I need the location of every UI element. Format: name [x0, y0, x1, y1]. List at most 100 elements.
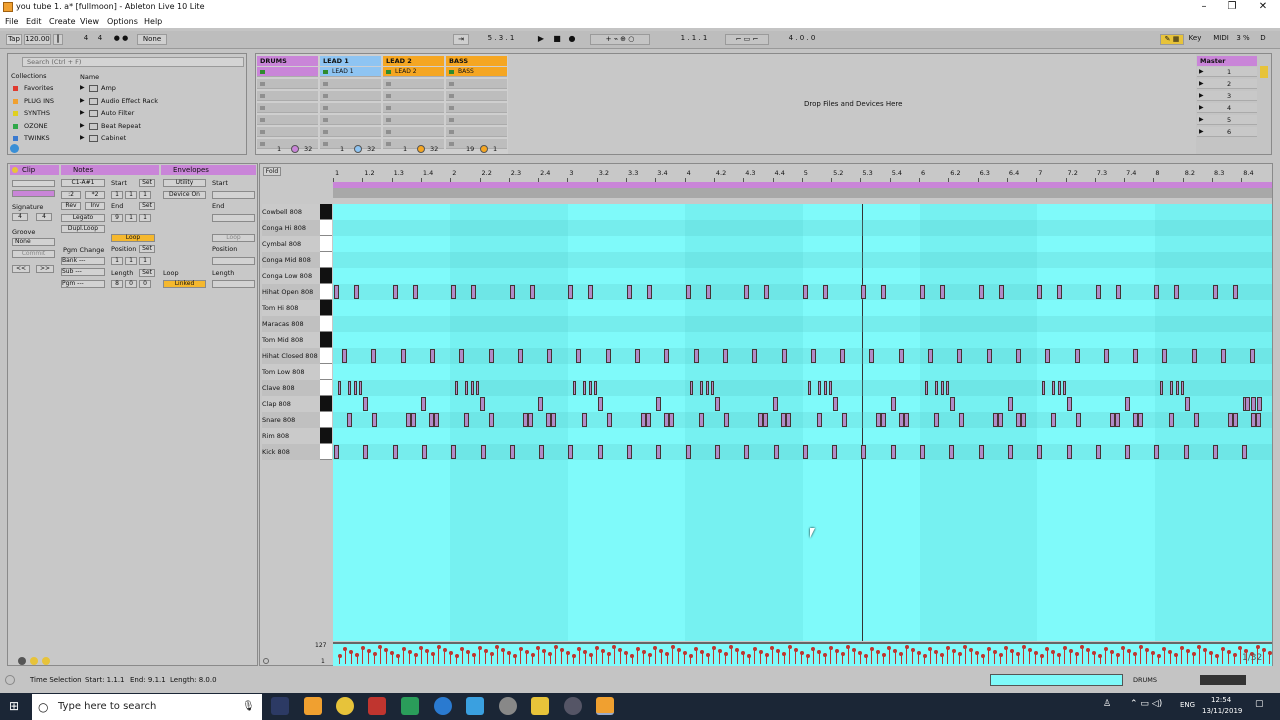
- scene-launch-icon[interactable]: [1260, 66, 1268, 78]
- midi-note[interactable]: [668, 413, 674, 427]
- velocity-stem[interactable]: [811, 647, 816, 664]
- velocity-stem[interactable]: [793, 648, 798, 664]
- clip-play-icon[interactable]: [323, 70, 328, 74]
- sub-bank-field[interactable]: Sub ---: [61, 268, 105, 276]
- windows-start-icon[interactable]: ⊞: [9, 700, 22, 713]
- clip-slot[interactable]: [383, 127, 444, 137]
- collection-item[interactable]: SYNTHS: [11, 109, 71, 119]
- clip-slot[interactable]: [257, 67, 318, 77]
- velocity-stem[interactable]: [770, 646, 775, 664]
- play-icon[interactable]: ▶: [536, 34, 546, 45]
- velocity-stem[interactable]: [1232, 653, 1237, 664]
- velocity-stem[interactable]: [881, 653, 886, 664]
- velocity-stem[interactable]: [1261, 648, 1266, 664]
- velocity-stem[interactable]: [1086, 648, 1091, 664]
- midi-note[interactable]: [807, 381, 811, 395]
- envelope-toggle-icon[interactable]: [42, 657, 50, 665]
- scene-slot[interactable]: ▶ 5: [1197, 115, 1257, 125]
- microphone-icon[interactable]: 🎙: [242, 694, 255, 720]
- midi-note[interactable]: [1245, 397, 1250, 411]
- velocity-stem[interactable]: [530, 653, 535, 664]
- midi-note[interactable]: [1037, 445, 1043, 459]
- clip-slot[interactable]: [383, 115, 444, 125]
- midi-note[interactable]: [714, 445, 720, 459]
- piano-key[interactable]: [320, 332, 332, 348]
- velocity-stem[interactable]: [349, 650, 354, 664]
- velocity-stem[interactable]: [975, 651, 980, 664]
- midi-note[interactable]: [810, 349, 816, 363]
- velocity-stem[interactable]: [864, 654, 868, 664]
- velocity-stem[interactable]: [553, 645, 558, 664]
- velocity-stem[interactable]: [758, 650, 763, 664]
- midi-note[interactable]: [1162, 349, 1168, 363]
- track-pan-knob-icon[interactable]: [417, 145, 425, 153]
- velocity-stem[interactable]: [635, 647, 640, 664]
- clip-stop-icon[interactable]: [449, 106, 454, 110]
- velocity-stem[interactable]: [548, 652, 553, 664]
- velocity-stem[interactable]: [717, 649, 722, 664]
- clip-stop-icon[interactable]: [323, 94, 328, 98]
- velocity-stem[interactable]: [1062, 646, 1067, 664]
- clip-stop-icon[interactable]: [260, 118, 265, 122]
- velocity-stem[interactable]: [1016, 652, 1021, 664]
- clip-slot[interactable]: LEAD 2: [383, 67, 444, 77]
- midi-note[interactable]: [1115, 285, 1121, 299]
- clip-slot[interactable]: [320, 115, 381, 125]
- velocity-stem[interactable]: [384, 648, 389, 664]
- midi-note[interactable]: [1159, 381, 1163, 395]
- midi-note[interactable]: [1154, 445, 1160, 459]
- velocity-stem[interactable]: [1203, 648, 1208, 664]
- midi-note[interactable]: [627, 445, 632, 459]
- tray-icons[interactable]: ⌃ ▭ ◁): [1130, 699, 1162, 709]
- velocity-stem[interactable]: [916, 651, 921, 664]
- piano-key[interactable]: [320, 348, 332, 364]
- velocity-stem[interactable]: [472, 653, 477, 664]
- midi-note[interactable]: [334, 445, 339, 459]
- envelope-loop-button[interactable]: Loop: [212, 234, 255, 242]
- midi-note[interactable]: [1183, 445, 1189, 459]
- commit-button[interactable]: Commit: [12, 250, 55, 258]
- piano-key[interactable]: [320, 300, 332, 316]
- follow-icon[interactable]: ⇥: [453, 34, 469, 45]
- velocity-stem[interactable]: [805, 654, 810, 664]
- drum-lane-label[interactable]: Cowbell 808: [262, 204, 320, 220]
- velocity-stem[interactable]: [431, 652, 436, 664]
- midi-note[interactable]: [372, 413, 377, 427]
- scene-launch-icon[interactable]: ▶: [1199, 80, 1204, 87]
- midi-note[interactable]: [869, 349, 875, 363]
- clip-stop-icon[interactable]: [449, 130, 454, 134]
- clip-slot[interactable]: [320, 79, 381, 89]
- velocity-stem[interactable]: [390, 651, 395, 664]
- midi-note[interactable]: [822, 285, 828, 299]
- linked-button[interactable]: Linked: [163, 280, 206, 288]
- velocity-stem[interactable]: [495, 645, 500, 664]
- drum-lane-label[interactable]: Cymbal 808: [262, 236, 320, 252]
- velocity-stem[interactable]: [501, 648, 506, 664]
- velocity-stem[interactable]: [612, 645, 617, 664]
- midi-note[interactable]: [434, 413, 439, 427]
- velocity-stem[interactable]: [448, 651, 453, 664]
- midi-note[interactable]: [940, 285, 945, 299]
- velocity-stem[interactable]: [618, 648, 623, 664]
- velocity-stem[interactable]: [665, 652, 670, 664]
- piano-key[interactable]: [320, 204, 332, 220]
- punch-tools[interactable]: ⌐ ▭ ⌐: [725, 34, 769, 45]
- midi-note[interactable]: [802, 445, 808, 459]
- browser-item[interactable]: ▶ Cabinet: [80, 134, 230, 144]
- clip-stop-icon[interactable]: [386, 106, 391, 110]
- duplicate-loop-button[interactable]: Dupl.Loop: [61, 225, 105, 233]
- scene-slot[interactable]: ▶ 3: [1197, 91, 1257, 101]
- velocity-stem[interactable]: [1179, 646, 1184, 664]
- end-beat[interactable]: 1: [125, 214, 137, 222]
- velocity-stem[interactable]: [823, 653, 828, 664]
- midi-note[interactable]: [471, 285, 477, 299]
- piano-key[interactable]: [320, 284, 332, 300]
- velocity-stem[interactable]: [477, 646, 482, 664]
- clip-stop-icon[interactable]: [449, 82, 454, 86]
- track-header[interactable]: LEAD 1: [320, 56, 381, 66]
- midi-note[interactable]: [597, 445, 603, 459]
- collection-item[interactable]: TWINKS: [11, 134, 71, 144]
- velocity-stem[interactable]: [1103, 647, 1108, 664]
- midi-note[interactable]: [547, 349, 553, 363]
- velocity-stem[interactable]: [981, 654, 985, 664]
